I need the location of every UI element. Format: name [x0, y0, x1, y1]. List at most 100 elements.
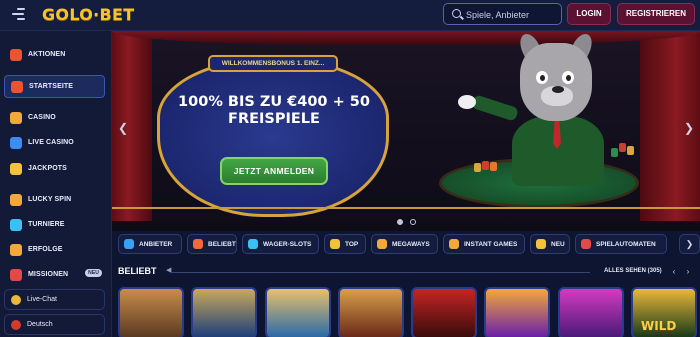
lucky-spin-icon [10, 193, 22, 206]
category-label: TOP [345, 240, 359, 248]
bonus-title: 100% BIS ZU €400 + 50 FREISPIELE [174, 94, 374, 128]
search-box[interactable] [443, 3, 562, 25]
section-divider [170, 272, 590, 273]
category-anbieter[interactable]: ANBIETER [118, 234, 182, 254]
sidebar-item-startseite[interactable]: STARTSEITE [4, 75, 105, 98]
category-label: INSTANT GAMES [464, 240, 518, 248]
slide-dot-1[interactable] [397, 219, 403, 225]
category-megaways[interactable]: MEGAWAYS [371, 234, 438, 254]
sidebar-item-erfolge[interactable]: ERFOLGE [4, 238, 105, 261]
instant-games-icon [449, 239, 459, 249]
wolf-hand [458, 95, 476, 109]
hero-banner[interactable]: WILLKOMMENSBONUS 1. EINZ... 100% BIS ZU … [112, 31, 700, 231]
category-neu[interactable]: NEU [530, 234, 570, 254]
category-wager-slots[interactable]: WAGER-SLOTS [242, 234, 319, 254]
game-tile[interactable] [191, 287, 257, 337]
category-label: MEGAWAYS [392, 240, 430, 248]
jackpot-icon [10, 162, 22, 175]
search-input[interactable] [466, 7, 558, 22]
language-selector[interactable]: Deutsch [4, 314, 105, 335]
game-tile[interactable] [411, 287, 477, 337]
category-label: BELIEBT [208, 240, 236, 248]
live-casino-icon [10, 136, 22, 149]
stage-rail [112, 207, 700, 217]
slide-dot-2[interactable] [410, 219, 416, 225]
fire-icon [193, 239, 203, 249]
casino-icon [10, 111, 22, 124]
wolf-arm [470, 94, 520, 122]
top-bar: GOLO·BET LOGIN REGISTRIEREN [0, 0, 700, 31]
chip [627, 146, 634, 155]
category-label: WAGER-SLOTS [263, 240, 312, 248]
signup-cta-button[interactable]: JETZT ANMELDEN [220, 157, 328, 185]
sidebar-item-live-casino[interactable]: LIVE CASINO [4, 131, 105, 154]
missions-icon [10, 268, 22, 281]
sidebar-item-label: JACKPOTS [28, 165, 67, 172]
see-all-link[interactable]: ALLES SEHEN (305) [604, 268, 662, 274]
chip [490, 162, 497, 171]
lightning-icon [536, 239, 546, 249]
category-top[interactable]: TOP [324, 234, 366, 254]
sidebar-item-casino[interactable]: CASINO [4, 106, 105, 129]
hero-next-arrow-icon[interactable]: ❯ [684, 121, 694, 135]
category-instant-games[interactable]: INSTANT GAMES [443, 234, 525, 254]
game-tile[interactable] [338, 287, 404, 337]
chip [611, 148, 618, 157]
category-label: SPIELAUTOMATEN [596, 240, 656, 248]
sidebar-item-label: TURNIERE [28, 221, 65, 228]
medal-icon [10, 243, 22, 256]
language-selector-label: Deutsch [27, 321, 53, 328]
sidebar-item-label: CASINO [28, 114, 56, 121]
login-button[interactable]: LOGIN [567, 3, 611, 25]
sidebar-item-label: AKTIONEN [28, 51, 66, 58]
chip [619, 143, 626, 152]
sidebar-item-label: MISSIONEN [28, 271, 69, 278]
chip [482, 161, 489, 170]
home-icon [11, 80, 23, 93]
section-next-icon[interactable]: › [682, 266, 694, 278]
category-label: ANBIETER [139, 240, 173, 248]
gift-icon [10, 48, 22, 61]
slot-machine-icon [581, 239, 591, 249]
register-button[interactable]: REGISTRIEREN [617, 3, 695, 25]
wolf-eye [562, 71, 574, 84]
curtain-valance [112, 31, 700, 45]
bonus-title-line1: 100% BIS ZU €400 + 50 [178, 94, 370, 110]
wolf-eye [536, 71, 548, 84]
provider-icon [124, 239, 134, 249]
game-tile[interactable] [558, 287, 624, 337]
sidebar-item-label: ERFOLGE [28, 246, 63, 253]
wager-slots-icon [248, 239, 258, 249]
sidebar-item-aktionen[interactable]: AKTIONEN [4, 43, 105, 66]
sidebar-item-turniere[interactable]: TURNIERE [4, 213, 105, 236]
category-label: NEU [551, 240, 565, 248]
game-tile[interactable] [118, 287, 184, 337]
game-tile[interactable] [484, 287, 550, 337]
flag-icon [11, 319, 21, 330]
sidebar-item-lucky-spin[interactable]: LUCKY SPIN [4, 188, 105, 211]
sidebar-item-label: STARTSEITE [29, 83, 74, 90]
game-tile[interactable]: WILD [631, 287, 697, 337]
sidebar-item-jackpots[interactable]: JACKPOTS [4, 157, 105, 180]
search-icon [452, 9, 461, 18]
game-tile-title: WILD [641, 319, 677, 333]
chip [474, 163, 481, 172]
live-chat-button[interactable]: Live-Chat [4, 289, 105, 310]
app-root: GOLO·BET LOGIN REGISTRIEREN AKTIONEN STAR… [0, 0, 700, 337]
section-title: BELIEBT [118, 266, 157, 276]
chat-icon [11, 294, 21, 305]
wolf-nose [552, 86, 564, 93]
sidebar-item-missionen[interactable]: MISSIONEN NEU [4, 263, 105, 286]
new-badge: NEU [85, 269, 102, 277]
category-next-arrow-icon[interactable]: ❯ [679, 234, 700, 254]
site-logo[interactable]: GOLO·BET [42, 5, 134, 24]
category-beliebt[interactable]: BELIEBT [187, 234, 237, 254]
game-tile[interactable] [265, 287, 331, 337]
hero-prev-arrow-icon[interactable]: ❮ [118, 121, 128, 135]
star-icon [330, 239, 340, 249]
section-prev-icon[interactable]: ‹ [668, 266, 680, 278]
live-chat-button-label: Live-Chat [27, 296, 57, 303]
bonus-tab-label: WILLKOMMENSBONUS 1. EINZ... [208, 55, 338, 72]
menu-toggle-icon[interactable] [12, 8, 26, 20]
category-spielautomaten[interactable]: SPIELAUTOMATEN [575, 234, 667, 254]
